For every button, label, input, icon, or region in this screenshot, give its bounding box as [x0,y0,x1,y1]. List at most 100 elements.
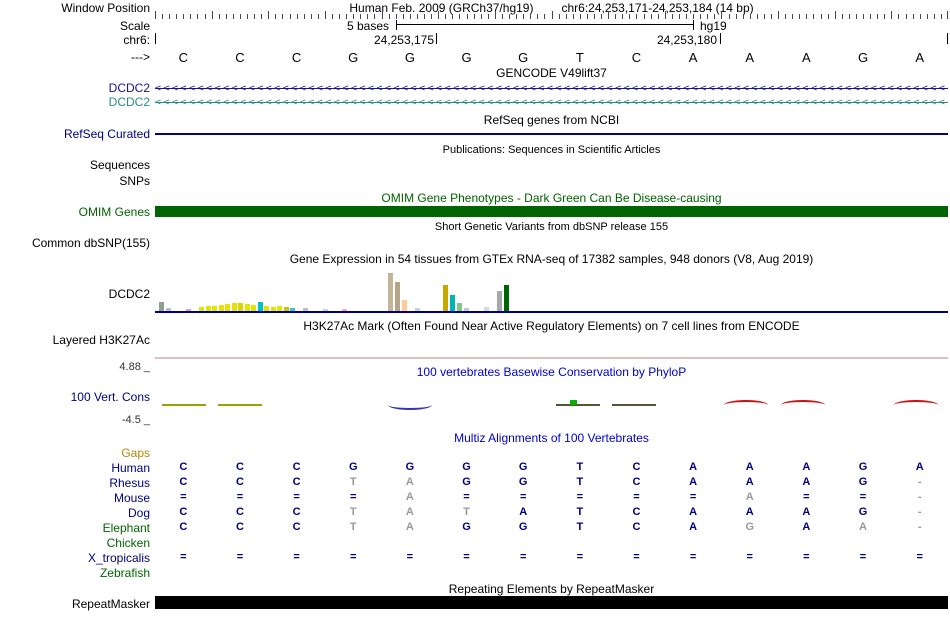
multiz-species-label[interactable]: Rhesus [0,476,150,490]
repeatmasker-label[interactable]: RepeatMasker [0,597,150,611]
multiz-base: C [292,476,301,488]
gtex-gene-label[interactable]: DCDC2 [0,287,150,301]
ruler-tick [763,14,765,19]
ruler-tick [339,14,341,19]
multiz-rows[interactable]: Gaps Human C C C G G G G T C A A A G A Rhesus C C C T A G G T C A A… [0,446,950,581]
ruler-tick [268,11,270,19]
multiz-base: A [689,506,698,518]
coordinate-right: 24,253,180 [656,33,717,47]
ruler-tick [225,14,227,19]
multiz-species-label[interactable]: Gaps [0,446,150,460]
multiz-row-mouse[interactable]: Mouse = = = = A = = = = = A = = - [0,491,950,506]
gencode-gene-label[interactable]: DCDC2 [0,81,150,95]
h3k27ac-baseline[interactable] [155,357,948,359]
conservation-segment [612,404,656,406]
ruler-tick [622,14,624,19]
ruler-tick [608,11,610,19]
ruler-tick [480,14,482,19]
gencode-gene-line-1[interactable]: <<<<<<<<<<<<<<<<<<<<<<<<<<<<<<<<<<<<<<<<… [155,83,948,94]
gtex-bar [232,303,237,311]
h3k27ac-track-title: H3K27Ac Mark (Often Found Near Active Re… [303,319,800,333]
multiz-species-label[interactable]: Mouse [0,491,150,505]
omim-gene-bar[interactable] [155,206,948,217]
multiz-base: = [236,491,244,503]
multiz-species-label[interactable]: Elephant [0,521,150,535]
ruler-tick [593,14,595,19]
sequences-label[interactable]: Sequences [0,158,150,172]
ruler-tick [686,14,688,19]
multiz-base: T [576,461,584,473]
ruler-tick [629,14,631,19]
common-dbsnp-label[interactable]: Common dbSNP(155) [0,236,150,250]
multiz-row-gaps[interactable]: Gaps [0,446,950,461]
repeatmasker-bar[interactable] [155,596,948,609]
ruler-tick [516,14,518,19]
multiz-row-human[interactable]: Human C C C G G G G T C A A A G A [0,461,950,476]
ruler-tick [332,14,333,19]
multiz-row-elephant[interactable]: Elephant C C C T A G G T C A G A A - [0,521,950,536]
multiz-species-label[interactable]: Chicken [0,536,150,550]
ruler-tick [487,14,489,19]
conservation-label[interactable]: 100 Vert. Cons [0,390,150,404]
ruler-tick [494,11,496,19]
gtex-bars[interactable] [155,271,948,311]
multiz-species-label[interactable]: Zebrafish [0,566,150,580]
omim-genes-label[interactable]: OMIM Genes [0,205,150,219]
multiz-base: = [746,551,753,563]
multiz-species-label[interactable]: Human [0,461,150,475]
ruler-tick [565,14,567,19]
gtex-bar [225,304,230,311]
gencode-gene-label[interactable]: DCDC2 [0,95,150,109]
multiz-base: = [463,551,470,563]
ruler-tick [232,14,234,19]
conservation-segment [556,404,600,406]
ruler-tick [431,14,433,19]
multiz-row-dog[interactable]: Dog C C C T A T A T C A A A G - [0,506,950,521]
ruler-tick [863,14,865,19]
refseq-gene-bar[interactable] [155,133,948,135]
gencode-gene-line-2[interactable]: <<<<<<<<<<<<<<<<<<<<<<<<<<<<<<<<<<<<<<<<… [155,97,948,108]
snps-label[interactable]: SNPs [0,174,150,188]
strand-arrow-label: ---> [131,50,150,64]
ruler-tick [898,14,900,19]
ruler-tick [650,14,652,19]
multiz-base: A [689,461,698,473]
multiz-base: G [462,476,471,488]
multiz-base: = [859,491,867,503]
cons-wiggle[interactable] [155,380,948,425]
ruler-tick [643,14,645,19]
dbsnp-track-title: Short Genetic Variants from dbSNP releas… [434,221,669,233]
multiz-species-label[interactable]: X_tropicalis [0,551,150,565]
multiz-base: A [405,521,414,533]
multiz-base: = [180,491,187,503]
multiz-row-x_tropicalis[interactable]: X_tropicalis = = = = = = = = = = = = = = [0,551,950,566]
conservation-max-value: 4.88 _ [119,361,150,373]
multiz-base: - [917,491,922,503]
gtex-bar [443,285,448,311]
chromosome-label: chr6: [123,33,150,47]
window-position-label: Window Position [61,1,150,15]
multiz-base: = [689,491,697,503]
ruler-tick [275,14,277,19]
ruler-tick [933,14,935,19]
strand-left-arrows-icon: <<<<<<<<<<<<<<<<<<<<<<<<<<<<<<<<<<<<<<<<… [155,83,948,94]
base-letters: CCCGGGGTCAAAGA [155,50,948,65]
multiz-row-chicken[interactable]: Chicken [0,536,950,551]
conservation-min-value: -4.5 _ [121,414,150,426]
gtex-bar [245,304,250,311]
multiz-row-zebrafish[interactable]: Zebrafish [0,566,950,581]
refseq-curated-label[interactable]: RefSeq Curated [0,127,150,141]
ruler-tick [466,14,468,19]
ruler-tick [601,14,603,19]
scale-bar [396,20,694,30]
multiz-base: = [350,491,357,503]
ruler-tick [636,14,638,19]
gtex-bar [258,302,263,311]
layered-h3k27ac-label[interactable]: Layered H3K27Ac [0,333,150,347]
multiz-species-label[interactable]: Dog [0,506,150,520]
multiz-base: C [179,461,188,473]
ruler-tick [197,14,199,19]
gtex-baseline [155,311,948,313]
multiz-row-rhesus[interactable]: Rhesus C C C T A G G T C A A A G - [0,476,950,491]
ruler-tick [218,14,220,19]
